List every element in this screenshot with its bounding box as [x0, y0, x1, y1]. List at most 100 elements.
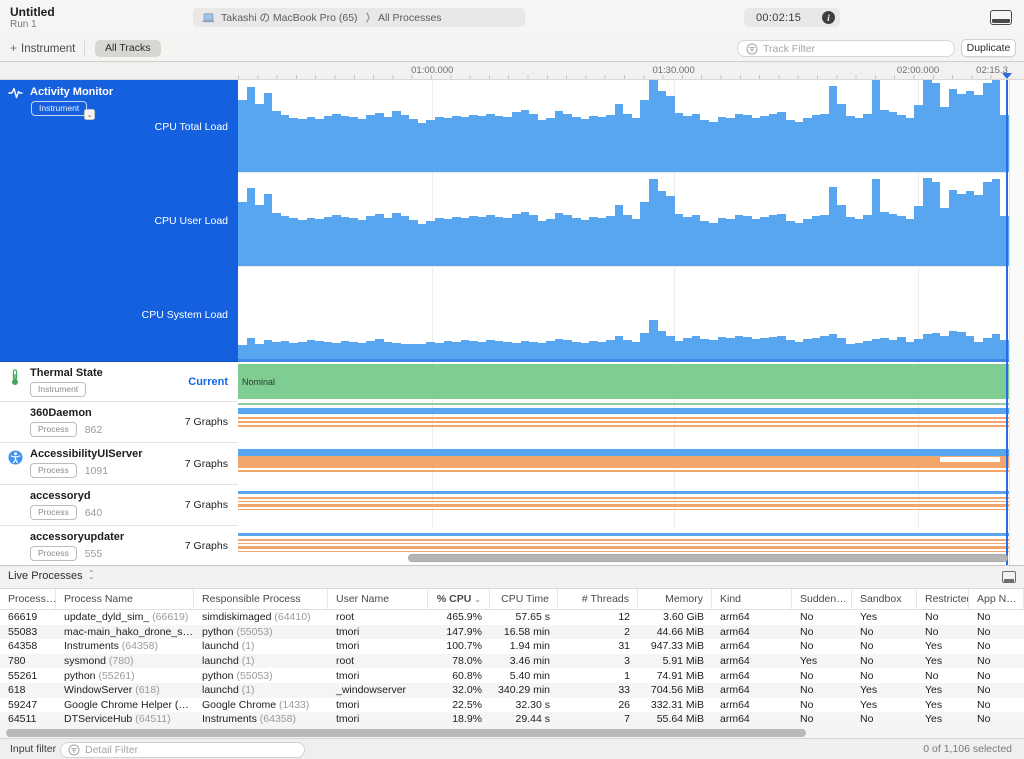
process-table-row[interactable]: 55261python (55261)python (55053)tmori60…: [0, 668, 1024, 683]
cpu-total-load-chart[interactable]: [238, 80, 1009, 173]
cell-memory: 704.56 MiB: [638, 684, 712, 696]
process-pid: 862: [85, 424, 103, 436]
chart-bar: [598, 342, 607, 359]
cell-threads: 3: [558, 655, 638, 667]
cell-sandbox: No: [852, 626, 917, 638]
scrollbar-thumb[interactable]: [6, 729, 806, 737]
chart-bar: [426, 120, 435, 172]
thermal-state-band[interactable]: Nominal: [238, 364, 1009, 399]
column-header-threads[interactable]: # Threads: [558, 589, 638, 609]
chart-bar: [820, 114, 829, 172]
process-table-row[interactable]: 59247Google Chrome Helper (…Google Chrom…: [0, 698, 1024, 713]
ruler-time-label: 01:30.000: [652, 65, 694, 76]
cell-user: tmori: [328, 626, 428, 638]
sidebar-item-process-accessibilityuiserver[interactable]: AccessibilityUIServer Process1091 7 Grap…: [0, 443, 238, 485]
sidebar-item-process-accessoryupdater[interactable]: accessoryupdater Process555 7 Graphs: [0, 526, 238, 565]
chart-bar: [906, 118, 915, 172]
cpu-user-load-chart[interactable]: [238, 174, 1009, 267]
chart-bar: [503, 218, 512, 266]
column-header-cpu[interactable]: % CPU⌄: [428, 589, 490, 609]
column-header-user[interactable]: User Name: [328, 589, 428, 609]
cell-time: 32.30 s: [490, 699, 558, 711]
chart-bar: [829, 334, 838, 359]
chart-bar: [615, 205, 624, 266]
chart-bar: [923, 334, 932, 359]
playhead-line[interactable]: [1006, 80, 1008, 565]
column-header-memory[interactable]: Memory: [638, 589, 712, 609]
detail-view-selector[interactable]: Live Processes ⌃⌄: [8, 570, 94, 582]
cell-sandbox: Yes: [852, 611, 917, 623]
column-header-pid[interactable]: Process…: [0, 589, 56, 609]
sidebar-item-process-360daemon[interactable]: 360Daemon Process862 7 Graphs: [0, 402, 238, 443]
process-track-graph[interactable]: [238, 485, 1009, 526]
cell-app: No: [969, 611, 1024, 623]
process-table-row[interactable]: 55083mac-main_hako_drone_s…python (55053…: [0, 625, 1024, 640]
cell-app: No: [969, 626, 1024, 638]
chart-bar: [803, 339, 812, 359]
process-table-row[interactable]: 64511DTServiceHub (64511)Instruments (64…: [0, 712, 1024, 727]
chart-bar: [581, 119, 590, 172]
chart-bar: [743, 216, 752, 266]
chart-bar: [555, 213, 564, 266]
scrollbar-thumb[interactable]: [408, 554, 1008, 562]
chart-bar: [418, 224, 427, 266]
subtrack-label-cpu-total: CPU Total Load: [155, 121, 228, 133]
chart-bar: [957, 332, 966, 359]
info-icon[interactable]: i: [822, 11, 835, 24]
chart-bar: [846, 116, 855, 172]
track-name: Thermal State: [30, 367, 103, 379]
chart-bar: [718, 117, 727, 172]
track-filter-input[interactable]: Track Filter: [737, 40, 955, 57]
cpu-system-load-chart[interactable]: [238, 268, 1009, 359]
chart-bar: [512, 214, 521, 266]
chart-bar: [735, 114, 744, 172]
column-header-app[interactable]: App N…: [969, 589, 1024, 609]
column-header-resp[interactable]: Responsible Process: [194, 589, 328, 609]
column-header-restricted[interactable]: Restricted: [917, 589, 969, 609]
graph-stripe: [238, 497, 1009, 499]
chart-bar: [435, 117, 444, 172]
detail-pane-layout-icon[interactable]: [1002, 571, 1016, 583]
chart-bar: [409, 119, 418, 172]
process-table-row[interactable]: 618WindowServer (618)launchd (1)_windows…: [0, 683, 1024, 698]
chart-bar: [880, 110, 889, 172]
sidebar-item-thermal-state[interactable]: Thermal State Instrument Current: [0, 362, 238, 402]
tracks-horizontal-scrollbar[interactable]: [238, 554, 1009, 563]
graph-stripe: [238, 543, 1009, 544]
chart-bar: [829, 187, 838, 266]
column-header-sudden[interactable]: Sudden…: [792, 589, 852, 609]
all-tracks-button[interactable]: All Tracks: [95, 40, 161, 57]
process-table-row[interactable]: 66619update_dyld_sim_ (66619)simdiskimag…: [0, 610, 1024, 625]
chart-bar: [401, 344, 410, 359]
chart-bar: [658, 91, 667, 172]
detail-filter-input[interactable]: Detail Filter: [60, 742, 305, 758]
add-instrument-button[interactable]: +Instrument: [10, 41, 75, 55]
chart-bar: [683, 116, 692, 172]
track-display-mode[interactable]: Current: [188, 376, 228, 388]
playhead-marker-icon[interactable]: [1002, 73, 1012, 79]
timeline-ruler[interactable]: 01:00.00001:30.00002:00.00002:15.3: [0, 62, 1024, 80]
column-header-time[interactable]: CPU Time: [490, 589, 558, 609]
column-header-sandbox[interactable]: Sandbox: [852, 589, 917, 609]
sidebar-item-activity-monitor[interactable]: Activity Monitor Instrument ⌄ CPU Total …: [0, 80, 238, 362]
column-header-kind[interactable]: Kind: [712, 589, 792, 609]
process-track-graph[interactable]: [238, 443, 1009, 485]
duplicate-button[interactable]: Duplicate: [961, 39, 1016, 57]
activity-pulse-icon: [8, 86, 23, 100]
chart-bar: [486, 215, 495, 266]
chevron-down-icon[interactable]: ⌄: [84, 109, 95, 120]
process-track-graph[interactable]: [238, 402, 1009, 443]
chart-bar: [666, 96, 675, 172]
target-device-selector[interactable]: Takashi の MacBook Pro (65) ❭ All Process…: [193, 8, 525, 27]
cell-sudden: No: [792, 670, 852, 682]
table-horizontal-scrollbar[interactable]: [0, 727, 1024, 738]
sidebar-item-process-accessoryd[interactable]: accessoryd Process640 7 Graphs: [0, 485, 238, 526]
cell-resp: simdiskimaged (64410): [194, 611, 328, 623]
cell-name: sysmond (780): [56, 655, 194, 667]
chart-bar: [957, 94, 966, 172]
bottom-pane-toggle-icon[interactable]: [990, 10, 1012, 25]
process-table-row[interactable]: 780sysmond (780)launchd (1)root78.0%3.46…: [0, 654, 1024, 669]
process-pid: 555: [85, 548, 103, 560]
column-header-name[interactable]: Process Name: [56, 589, 194, 609]
process-table-row[interactable]: 64358Instruments (64358)launchd (1)tmori…: [0, 639, 1024, 654]
